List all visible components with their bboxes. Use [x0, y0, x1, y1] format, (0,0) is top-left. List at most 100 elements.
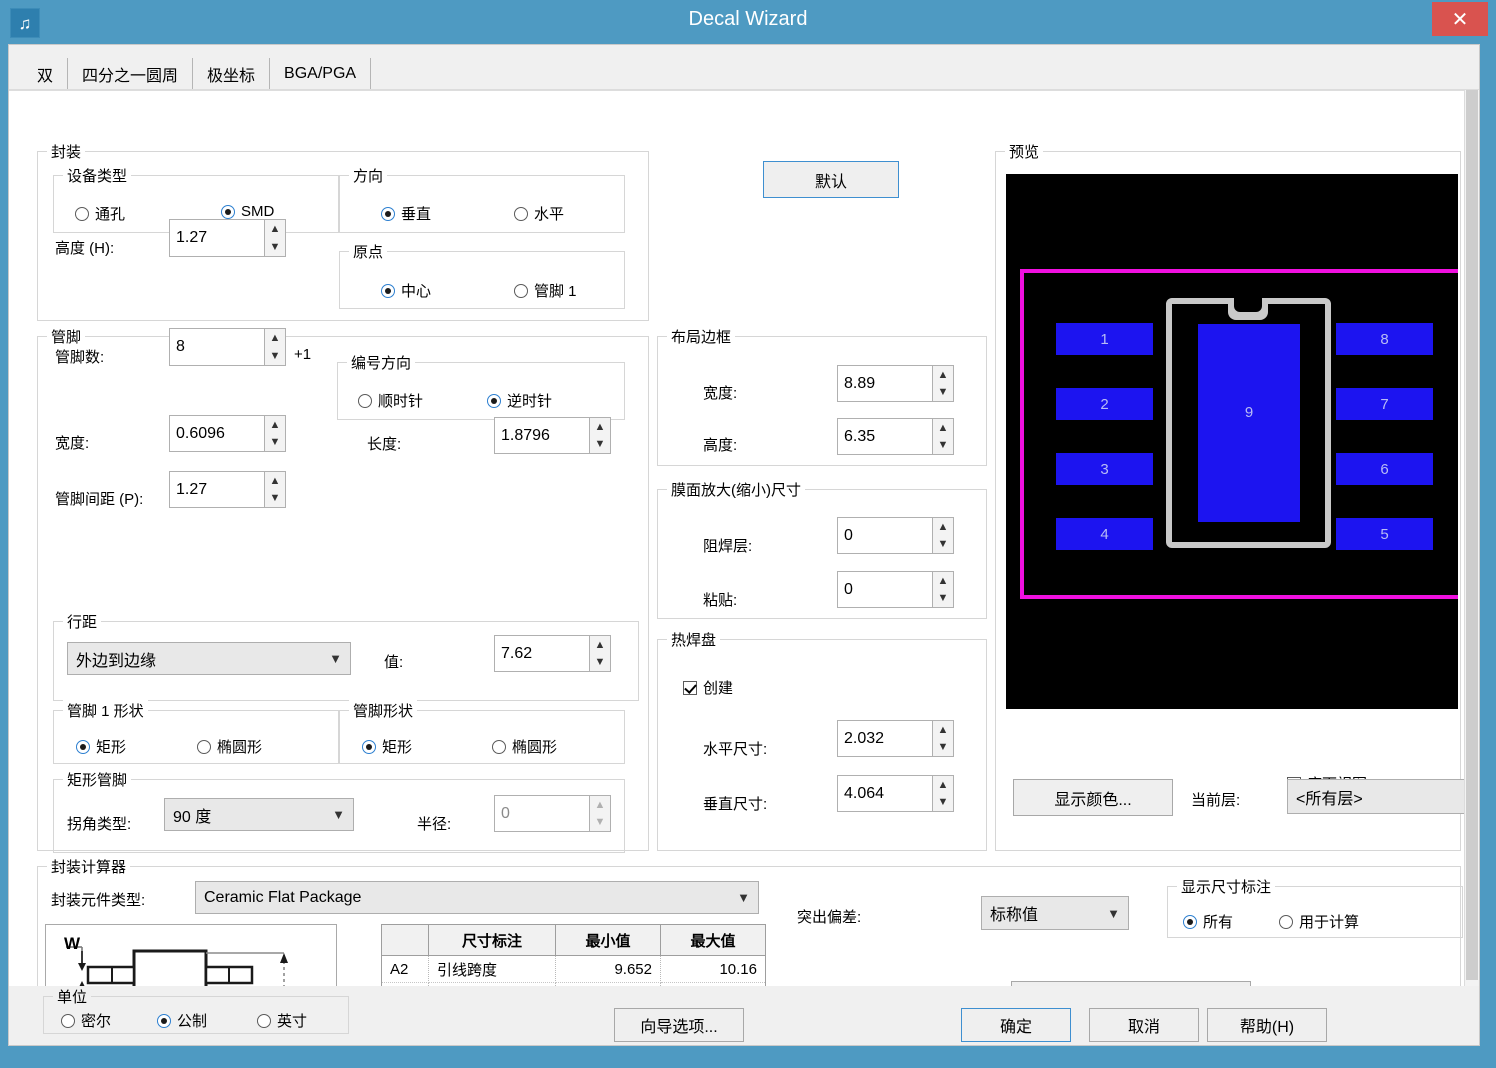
layout-height-input[interactable]	[837, 418, 932, 455]
units-mil-radio[interactable]: 密尔	[61, 1010, 111, 1031]
chevron-down-icon[interactable]: ▼	[265, 490, 285, 508]
device-type-smd-radio[interactable]: SMD	[221, 203, 274, 220]
tab-polar[interactable]: 极坐标	[193, 58, 271, 89]
chevron-down-icon[interactable]: ▼	[933, 384, 953, 402]
height-spinner[interactable]: ▲ ▼	[169, 219, 286, 257]
pin1-shape-oval-radio[interactable]: 椭圆形	[197, 736, 262, 757]
default-button[interactable]: 默认	[763, 161, 899, 198]
tab-quarter-circle[interactable]: 四分之一圆周	[68, 58, 194, 89]
pin-pitch-input[interactable]	[169, 471, 264, 508]
tab-bga-pga[interactable]: BGA/PGA	[270, 58, 372, 89]
paste-spinner[interactable]: ▲ ▼	[837, 571, 954, 608]
show-dimensions-calc-radio[interactable]: 用于计算	[1279, 911, 1359, 932]
row-spacing-value-input[interactable]	[494, 635, 589, 672]
radius-spinner[interactable]: ▲ ▼	[494, 795, 611, 832]
chevron-down-icon[interactable]: ▼	[265, 434, 285, 452]
pin-length-spinner-arrows[interactable]: ▲ ▼	[589, 417, 611, 454]
chevron-up-icon[interactable]: ▲	[265, 472, 285, 490]
row-spacing-spinner-arrows[interactable]: ▲ ▼	[589, 635, 611, 672]
component-type-combo[interactable]: Ceramic Flat Package ▼	[195, 881, 759, 914]
preview-canvas[interactable]: 1 2 3 4 8 7 6 5 9	[1006, 174, 1458, 709]
pin-pitch-spinner-arrows[interactable]: ▲ ▼	[264, 471, 286, 508]
chevron-down-icon[interactable]: ▼	[933, 739, 953, 757]
chevron-down-icon[interactable]: ▼	[933, 437, 953, 455]
thermal-vertical-spinner[interactable]: ▲ ▼	[837, 775, 954, 812]
thermal-horizontal-input[interactable]	[837, 720, 932, 757]
pin-width-spinner-arrows[interactable]: ▲ ▼	[264, 415, 286, 452]
chevron-up-icon[interactable]: ▲	[933, 419, 953, 437]
chevron-down-icon[interactable]: ▼	[933, 794, 953, 812]
pin-count-input[interactable]	[169, 328, 264, 366]
origin-center-radio[interactable]: 中心	[381, 280, 431, 301]
chevron-down-icon[interactable]: ▼	[590, 436, 610, 454]
pin1-shape-rect-radio[interactable]: 矩形	[76, 736, 126, 757]
chevron-up-icon[interactable]: ▲	[265, 416, 285, 434]
pin-width-spinner[interactable]: ▲ ▼	[169, 415, 286, 452]
scrollbar-thumb[interactable]	[1466, 90, 1478, 980]
chevron-up-icon[interactable]: ▲	[590, 796, 610, 814]
chevron-down-icon[interactable]: ▼	[933, 536, 953, 554]
units-inch-radio[interactable]: 英寸	[257, 1010, 307, 1031]
height-input[interactable]	[169, 219, 264, 257]
show-colors-button[interactable]: 显示颜色...	[1013, 779, 1173, 816]
numbering-clockwise-radio[interactable]: 顺时针	[358, 390, 423, 411]
paste-spinner-arrows[interactable]: ▲ ▼	[932, 571, 954, 608]
chevron-up-icon[interactable]: ▲	[933, 366, 953, 384]
pin-length-input[interactable]	[494, 417, 589, 454]
ok-button[interactable]: 确定	[961, 1008, 1071, 1042]
corner-type-combo[interactable]: 90 度 ▼	[164, 798, 354, 831]
chevron-up-icon[interactable]: ▲	[933, 572, 953, 590]
height-spinner-arrows[interactable]: ▲ ▼	[264, 219, 286, 257]
row-spacing-mode-combo[interactable]: 外边到边缘 ▼	[67, 642, 351, 675]
device-type-through-hole-radio[interactable]: 通孔	[75, 203, 125, 224]
pin-count-spinner-arrows[interactable]: ▲ ▼	[264, 328, 286, 366]
layout-width-spinner-arrows[interactable]: ▲ ▼	[932, 365, 954, 402]
chevron-up-icon[interactable]: ▲	[590, 636, 610, 654]
pin-count-spinner[interactable]: ▲ ▼	[169, 328, 286, 366]
help-button[interactable]: 帮助(H)	[1207, 1008, 1327, 1042]
table-row[interactable]: A2 引线跨度 9.652 10.16	[382, 955, 765, 983]
chevron-down-icon[interactable]: ▼	[265, 238, 285, 256]
units-metric-radio[interactable]: 公制	[157, 1010, 207, 1031]
chevron-up-icon[interactable]: ▲	[933, 776, 953, 794]
tab-dual[interactable]: 双	[23, 58, 69, 89]
deviation-combo[interactable]: 标称值 ▼	[981, 896, 1129, 930]
cancel-button[interactable]: 取消	[1089, 1008, 1199, 1042]
origin-pin1-radio[interactable]: 管脚 1	[514, 280, 577, 301]
chevron-down-icon[interactable]: ▼	[933, 590, 953, 608]
wizard-options-button[interactable]: 向导选项...	[614, 1008, 744, 1042]
direction-vertical-radio[interactable]: 垂直	[381, 203, 431, 224]
solder-mask-spinner[interactable]: ▲ ▼	[837, 517, 954, 554]
paste-input[interactable]	[837, 571, 932, 608]
chevron-down-icon[interactable]: ▼	[265, 347, 285, 365]
show-dimensions-all-radio[interactable]: 所有	[1183, 911, 1233, 932]
thermal-horizontal-spinner-arrows[interactable]: ▲ ▼	[932, 720, 954, 757]
solder-mask-spinner-arrows[interactable]: ▲ ▼	[932, 517, 954, 554]
pin-pitch-spinner[interactable]: ▲ ▼	[169, 471, 286, 508]
radius-input[interactable]	[494, 795, 589, 832]
vertical-scrollbar[interactable]	[1464, 90, 1479, 1000]
direction-horizontal-radio[interactable]: 水平	[514, 203, 564, 224]
chevron-up-icon[interactable]: ▲	[933, 518, 953, 536]
radius-spinner-arrows[interactable]: ▲ ▼	[589, 795, 611, 832]
row-spacing-value-spinner[interactable]: ▲ ▼	[494, 635, 611, 672]
pin-shape-rect-radio[interactable]: 矩形	[362, 736, 412, 757]
layout-width-spinner[interactable]: ▲ ▼	[837, 365, 954, 402]
chevron-up-icon[interactable]: ▲	[265, 220, 285, 238]
thermal-vertical-input[interactable]	[837, 775, 932, 812]
layout-width-input[interactable]	[837, 365, 932, 402]
thermal-horizontal-spinner[interactable]: ▲ ▼	[837, 720, 954, 757]
thermal-create-checkbox[interactable]: 创建	[683, 677, 733, 698]
chevron-up-icon[interactable]: ▲	[590, 418, 610, 436]
close-icon[interactable]: ✕	[1432, 2, 1488, 36]
chevron-up-icon[interactable]: ▲	[933, 721, 953, 739]
current-layer-combo[interactable]: <所有层>	[1287, 779, 1467, 814]
pin-width-input[interactable]	[169, 415, 264, 452]
layout-height-spinner[interactable]: ▲ ▼	[837, 418, 954, 455]
numbering-counterclockwise-radio[interactable]: 逆时针	[487, 390, 552, 411]
pin-length-spinner[interactable]: ▲ ▼	[494, 417, 611, 454]
thermal-vertical-spinner-arrows[interactable]: ▲ ▼	[932, 775, 954, 812]
chevron-down-icon[interactable]: ▼	[590, 654, 610, 672]
solder-mask-input[interactable]	[837, 517, 932, 554]
chevron-up-icon[interactable]: ▲	[265, 329, 285, 347]
